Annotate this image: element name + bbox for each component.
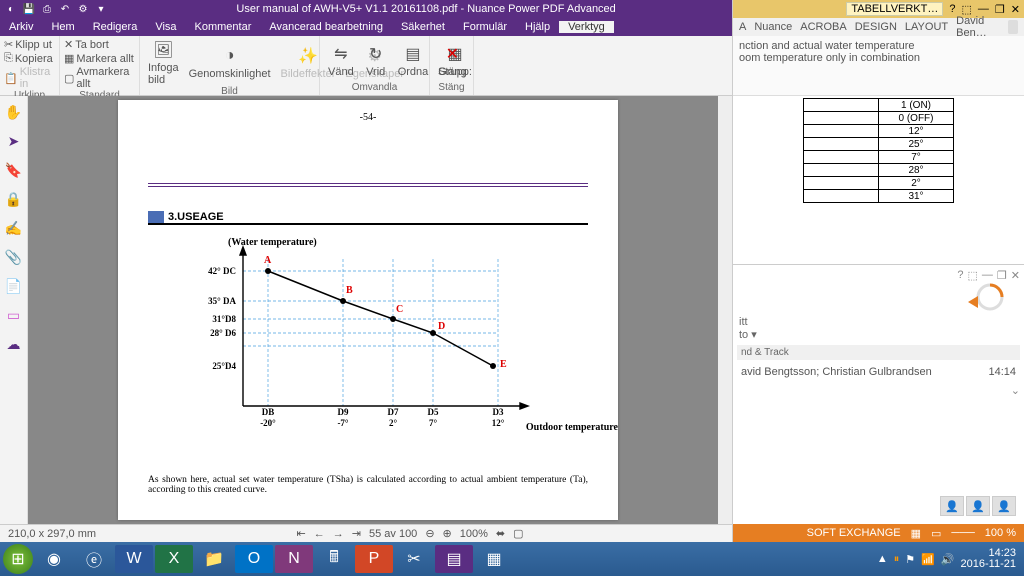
avatar-icon[interactable] bbox=[1008, 20, 1018, 34]
menu-verktyg[interactable]: Verktyg bbox=[559, 21, 614, 33]
fit-page-icon[interactable]: ▢ bbox=[513, 527, 523, 540]
page-dimensions: 210,0 x 297,0 mm bbox=[8, 528, 96, 540]
zoom-out-icon[interactable]: ⊖ bbox=[425, 527, 434, 540]
explorer-icon[interactable]: 📁 bbox=[195, 545, 233, 573]
select-all-button[interactable]: ▦ Markera allt bbox=[64, 52, 135, 65]
window-title: User manual of AWH-V5+ V1.1 20161108.pdf… bbox=[108, 3, 744, 15]
taskbar: ⊞ ◉ ⓔ W X 📁 O N 🖩 P ✂ ▤ ▦ ▲ ⏸ ⚑ 📶 🔊 14:2… bbox=[0, 542, 1024, 576]
tray-vol-icon[interactable]: 🔊 bbox=[941, 553, 955, 566]
signature-icon[interactable]: ✍ bbox=[5, 220, 22, 237]
chart: (Water temperature) Outdoor temperature bbox=[168, 241, 568, 451]
bookmark-icon[interactable]: 🔖 bbox=[5, 162, 22, 179]
transparency-button[interactable]: ◑Genomskinlighet bbox=[185, 44, 275, 80]
insert-image-button[interactable]: 🖼Infoga bild bbox=[144, 38, 183, 86]
menu-formular[interactable]: Formulär bbox=[454, 21, 516, 33]
left-toolbar: ✋ ➤ 🔖 🔒 ✍ 📎 📄 ▭ ☁ bbox=[0, 96, 28, 526]
snip-icon[interactable]: ✂ bbox=[395, 545, 433, 573]
status-bar: 210,0 x 297,0 mm ⇤ ← → ⇥ 55 av 100 ⊖ ⊕ 1… bbox=[0, 524, 732, 542]
save-icon[interactable]: 💾 bbox=[22, 2, 36, 16]
user-label[interactable]: David Ben… bbox=[956, 15, 1000, 39]
menu-visa[interactable]: Visa bbox=[146, 21, 185, 33]
qat-more-icon[interactable]: ▾ bbox=[94, 2, 108, 16]
mail-time: 14:14 bbox=[988, 366, 1016, 378]
attachment-icon[interactable]: 📎 bbox=[5, 249, 22, 266]
app-icon: ◐ bbox=[4, 2, 18, 16]
tray-up-icon[interactable]: ▲ bbox=[877, 553, 888, 565]
stamp-icon[interactable]: ▭ bbox=[7, 307, 20, 324]
start-button[interactable]: ⊞ bbox=[3, 544, 33, 574]
win-close-icon[interactable]: ✕ bbox=[1011, 3, 1020, 16]
deselect-button[interactable]: ▢ Avmarkera allt bbox=[64, 66, 135, 90]
rotate-button[interactable]: ↻Vrid bbox=[360, 42, 392, 78]
zoom-in-icon[interactable]: ⊕ bbox=[443, 527, 452, 540]
win-min-icon[interactable]: — bbox=[978, 3, 989, 15]
help-icon[interactable]: ? bbox=[949, 3, 955, 15]
win-max-icon[interactable]: ❐ bbox=[995, 3, 1005, 16]
menu-kommentar[interactable]: Kommentar bbox=[186, 21, 261, 33]
copy-button[interactable]: ⎘ Kopiera bbox=[4, 52, 55, 65]
close-tool-button[interactable]: ✕Stäng bbox=[434, 42, 471, 78]
chart-description: As shown here, actual set water temperat… bbox=[148, 475, 588, 495]
pdf-icon[interactable]: ▤ bbox=[435, 545, 473, 573]
flip-button[interactable]: ⇋Vänd bbox=[324, 42, 358, 78]
nav-last-icon[interactable]: ⇥ bbox=[352, 527, 361, 540]
tray-pause-icon[interactable]: ⏸ bbox=[894, 553, 900, 566]
chrome-icon[interactable]: ◉ bbox=[35, 545, 73, 573]
hand-tool-icon[interactable]: ✋ bbox=[5, 104, 22, 121]
menu-sakerhet[interactable]: Säkerhet bbox=[392, 21, 454, 33]
nav-prev-icon[interactable]: ← bbox=[314, 528, 325, 540]
page-icon[interactable]: 📄 bbox=[5, 278, 22, 295]
tray-flag-icon[interactable]: ⚑ bbox=[905, 553, 915, 566]
section-heading: 3.USEAGE bbox=[148, 211, 588, 225]
delete-button[interactable]: ✕ Ta bort bbox=[64, 38, 135, 51]
view-icon[interactable]: ▦ bbox=[911, 527, 921, 540]
value-table: 1 (ON) 0 (OFF) 12° 25° 7° 28° 2° 31° bbox=[803, 98, 954, 203]
document-area: -54- 3.USEAGE (Water temperature) Outdoo… bbox=[28, 96, 732, 524]
vertical-scrollbar[interactable] bbox=[718, 96, 732, 524]
app-icon[interactable]: ▦ bbox=[475, 545, 513, 573]
lock-icon[interactable]: 🔒 bbox=[5, 191, 22, 208]
menu-avancerad[interactable]: Avancerad bearbetning bbox=[260, 21, 392, 33]
excel-icon[interactable]: X bbox=[155, 545, 193, 573]
cloud-icon[interactable]: ☁ bbox=[7, 336, 21, 353]
calc-icon[interactable]: 🖩 bbox=[315, 545, 353, 573]
view-icon-2[interactable]: ▭ bbox=[931, 527, 941, 540]
menu-hem[interactable]: Hem bbox=[42, 21, 83, 33]
page-indicator: 55 av 100 bbox=[369, 528, 417, 540]
nav-first-icon[interactable]: ⇤ bbox=[297, 527, 306, 540]
undo-icon[interactable]: ↶ bbox=[58, 2, 72, 16]
tray-net-icon[interactable]: 📶 bbox=[921, 553, 935, 566]
zoom-level[interactable]: 100% bbox=[460, 528, 488, 540]
nav-next-icon[interactable]: → bbox=[333, 528, 344, 540]
arrange-button[interactable]: ▤Ordna bbox=[394, 42, 433, 78]
select-tool-icon[interactable]: ➤ bbox=[8, 133, 20, 150]
redo-icon[interactable]: ⚙ bbox=[76, 2, 90, 16]
ribbon-min-icon[interactable]: ⬚ bbox=[962, 3, 972, 16]
powerpoint-icon[interactable]: P bbox=[355, 545, 393, 573]
page-number-text: -54- bbox=[148, 112, 588, 123]
fit-width-icon[interactable]: ⬌ bbox=[496, 527, 505, 540]
outlook-icon[interactable]: O bbox=[235, 545, 273, 573]
paste-button[interactable]: 📋 Klistra in bbox=[4, 66, 55, 90]
onenote-icon[interactable]: N bbox=[275, 545, 313, 573]
menu-arkiv[interactable]: Arkiv bbox=[0, 21, 42, 33]
pdf-page: -54- 3.USEAGE (Water temperature) Outdoo… bbox=[118, 100, 618, 520]
word-icon[interactable]: W bbox=[115, 545, 153, 573]
table-tools-tab[interactable]: TABELLVERKT… bbox=[846, 2, 943, 16]
cut-button[interactable]: ✂ Klipp ut bbox=[4, 38, 55, 51]
right-app-pane: TABELLVERKT… ? ⬚ — ❐ ✕ A Nuance ACROBA D… bbox=[732, 0, 1024, 576]
menu-redigera[interactable]: Redigera bbox=[84, 21, 147, 33]
clock[interactable]: 14:232016-11-21 bbox=[961, 548, 1016, 570]
ie-icon[interactable]: ⓔ bbox=[75, 545, 113, 573]
sender-label: avid Bengtsson; Christian Gulbrandsen bbox=[741, 366, 932, 378]
people-pane[interactable]: 👤👤👤 bbox=[940, 496, 1016, 516]
print-icon[interactable]: ⎙ bbox=[40, 2, 54, 16]
menu-hjalp[interactable]: Hjälp bbox=[516, 21, 559, 33]
